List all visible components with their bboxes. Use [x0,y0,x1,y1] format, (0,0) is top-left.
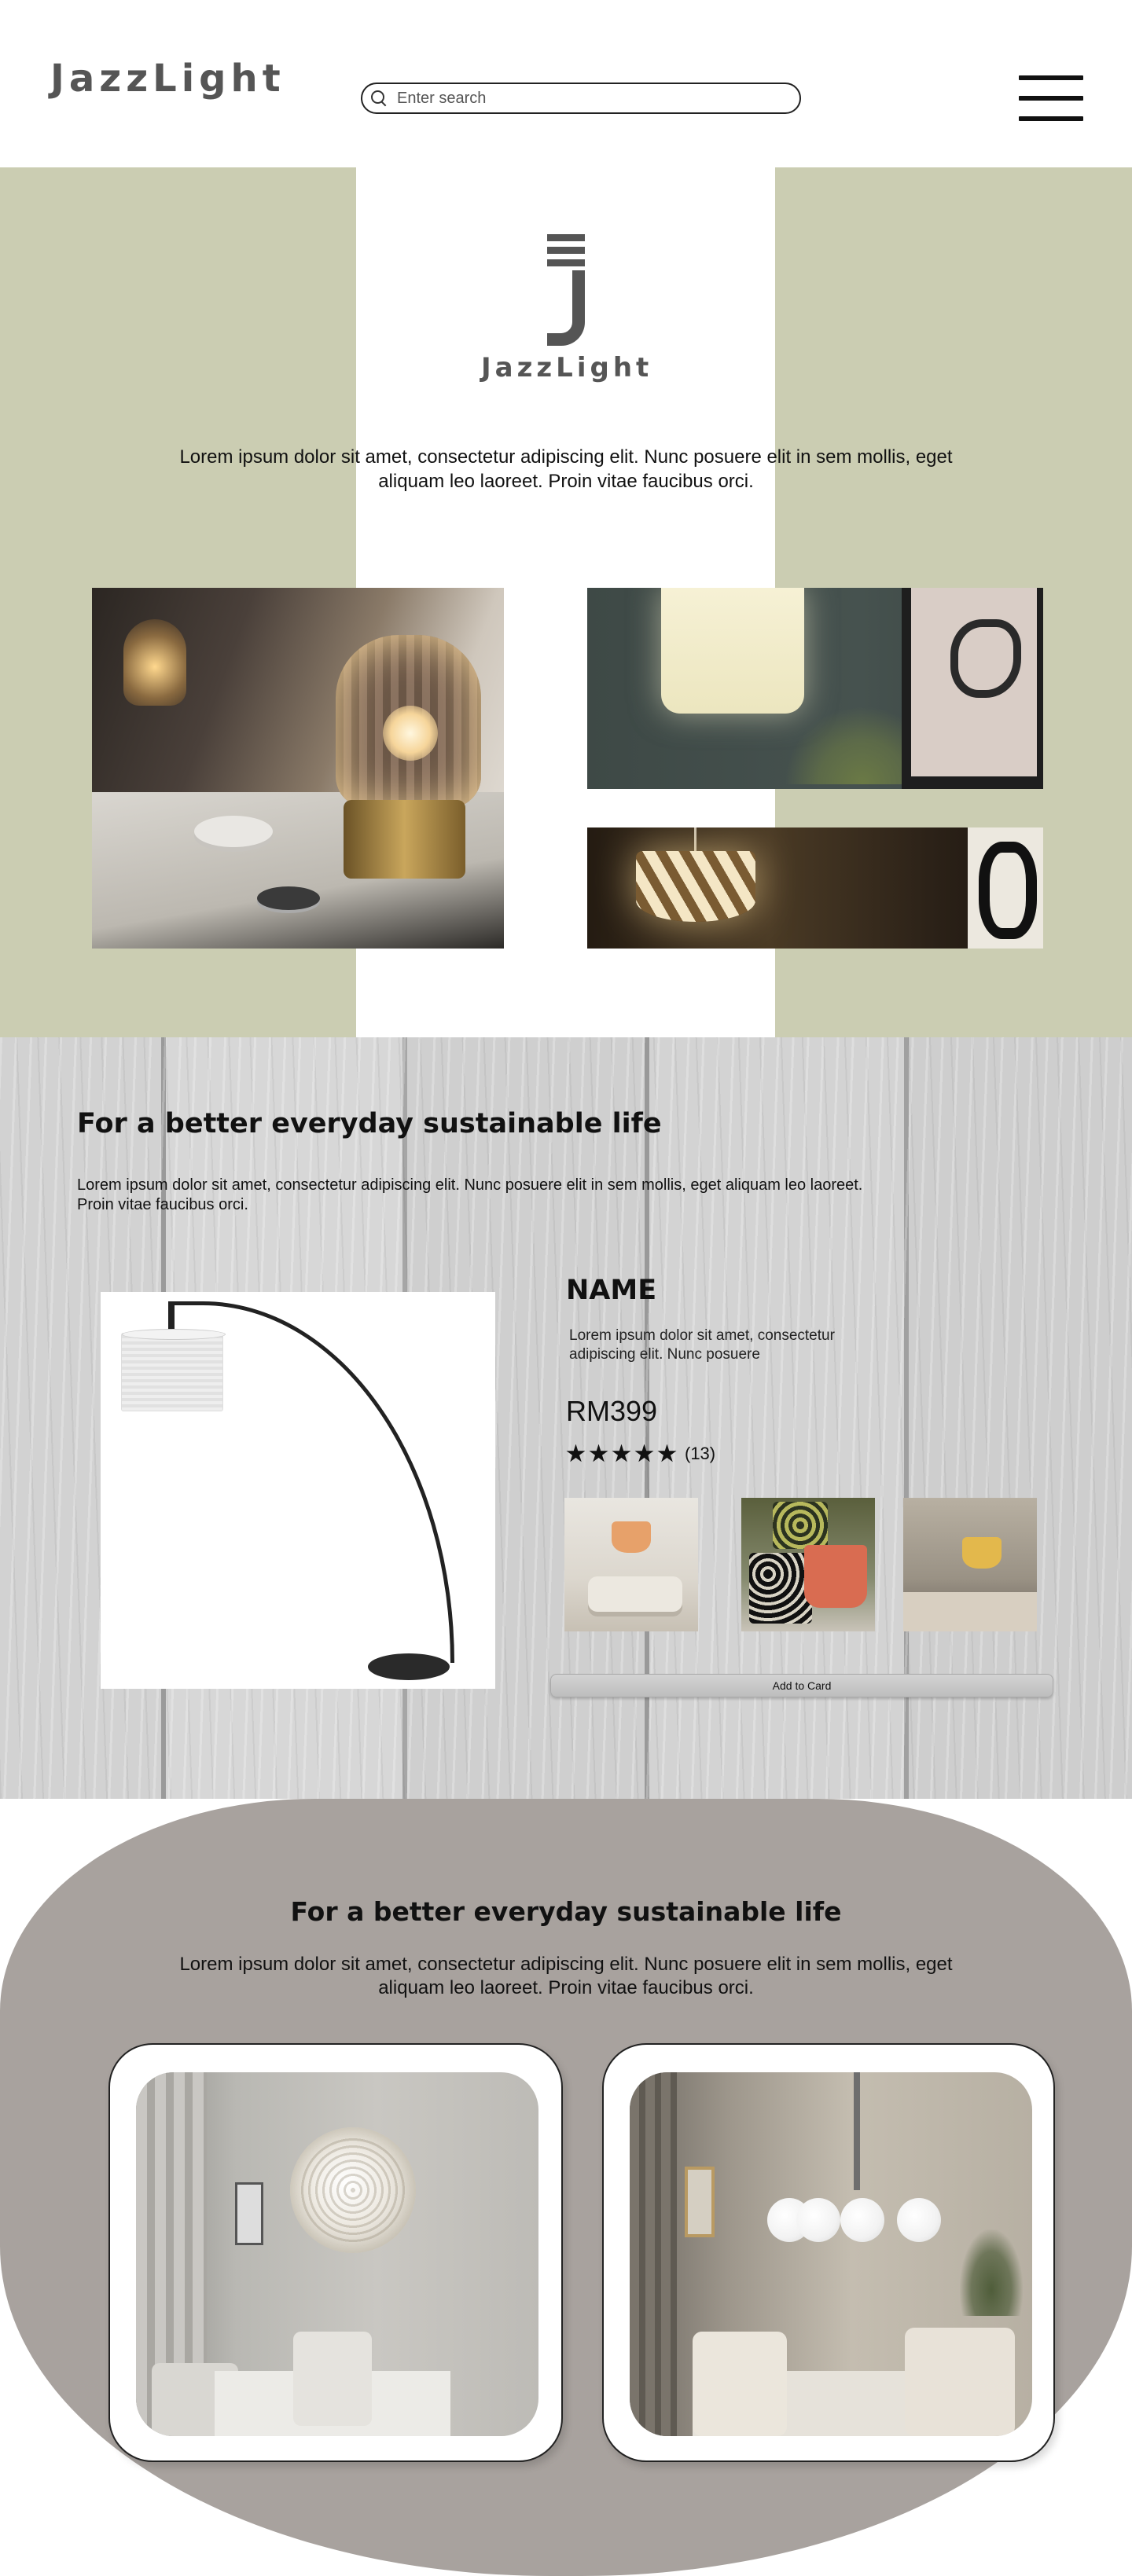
inspiration-card-2[interactable] [602,2043,1055,2462]
product-rating: (13) [566,1444,715,1464]
site-header: JazzLight [0,0,1132,167]
product-name: NAME [566,1275,657,1306]
hero-logo-text: JazzLight [481,352,653,383]
product-price: RM399 [566,1395,658,1427]
product-thumbnail-1[interactable] [564,1498,698,1631]
hamburger-line [1019,96,1083,101]
product-section: For a better everyday sustainable life L… [0,1037,1132,1799]
star-icon [612,1444,631,1462]
brand-logo-text: JazzLight [50,57,285,101]
star-icon [589,1444,608,1462]
wall-lamp-photo [587,588,1043,789]
floor-lamp-shade [121,1329,226,1411]
search-input[interactable] [397,89,774,108]
rating-count: (13) [685,1444,716,1463]
product-section-description: Lorem ipsum dolor sit amet, consectetur … [77,1176,863,1213]
hero-description: Lorem ipsum dolor sit amet, consectetur … [179,446,953,492]
hero-logo: JazzLight [481,234,654,407]
product-thumbnail-3[interactable] [903,1498,1037,1631]
brand-logo[interactable]: JazzLight [50,57,281,119]
product-thumbnail-2[interactable] [741,1498,875,1631]
product-main-image[interactable] [101,1292,495,1689]
product-description: Lorem ipsum dolor sit amet, consectetur … [569,1327,835,1363]
inspiration-title: For a better everyday sustainable life [290,1896,842,1927]
star-icon [566,1444,586,1462]
star-icon [634,1444,654,1462]
product-section-title: For a better everyday sustainable life [77,1108,662,1139]
inspiration-card-1[interactable] [108,2043,563,2462]
dining-room-chandelier-photo [630,2072,1032,2436]
logo-j-stem [547,270,585,346]
search-icon[interactable] [370,90,388,107]
hero-section: JazzLight Lorem ipsum dolor sit amet, co… [0,167,1132,1037]
dining-room-pendant-photo [136,2072,538,2436]
hamburger-menu-icon [1019,75,1083,80]
floor-lamp-base [368,1653,450,1680]
pendant-lamp-photo [587,827,1043,949]
add-to-cart-button[interactable]: Add to Card [550,1674,1053,1697]
inspiration-description: Lorem ipsum dolor sit amet, consectetur … [179,1954,953,1998]
star-icon [657,1444,677,1462]
search-bar[interactable] [361,83,801,114]
hamburger-menu-button[interactable] [1019,75,1083,121]
hamburger-line [1019,116,1083,121]
inspiration-section: For a better everyday sustainable life L… [0,1799,1132,2576]
table-lamp-photo [92,588,504,949]
